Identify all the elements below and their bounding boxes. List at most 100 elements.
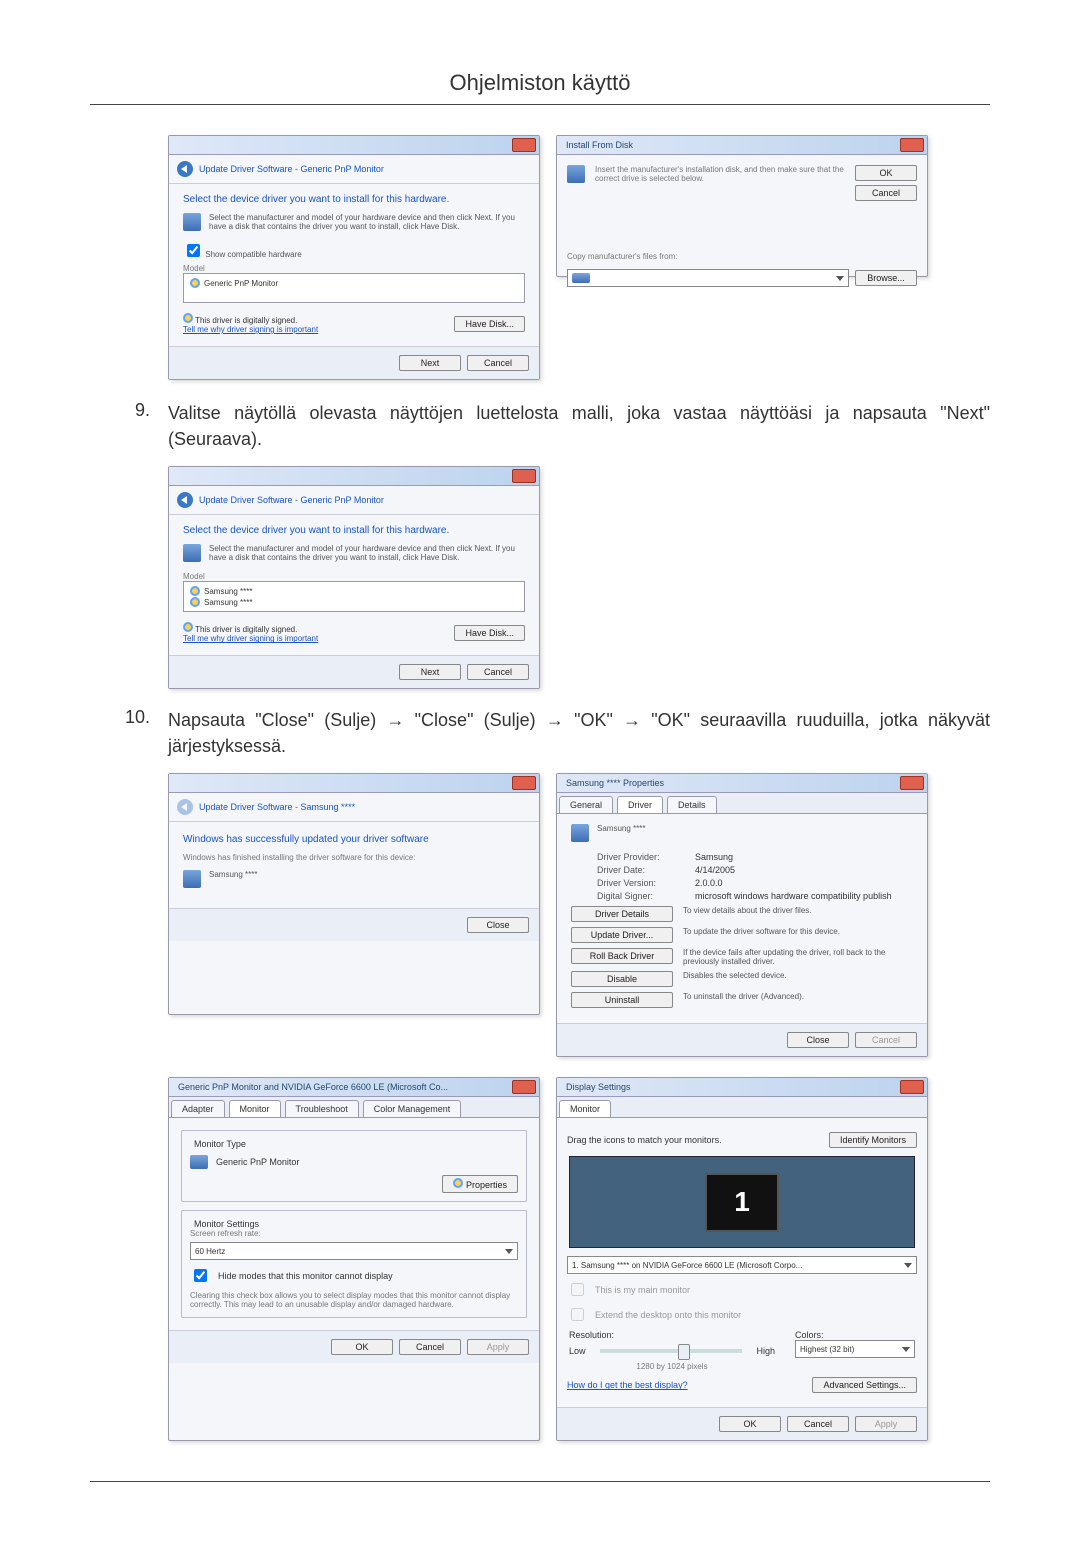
properties-button[interactable]: Properties: [442, 1175, 518, 1193]
device-name: Samsung ****: [597, 824, 645, 833]
model-list[interactable]: Generic PnP Monitor: [183, 273, 525, 303]
chevron-down-icon: [836, 276, 844, 281]
why-signing-link[interactable]: Tell me why driver signing is important: [183, 634, 318, 643]
signed-driver-label: This driver is digitally signed.: [195, 316, 297, 325]
resolution-value: 1280 by 1024 pixels: [569, 1362, 775, 1371]
copy-from-label: Copy manufacturer's files from:: [567, 252, 917, 261]
model-list[interactable]: Samsung **** Samsung ****: [183, 581, 525, 612]
have-disk-button[interactable]: Have Disk...: [454, 625, 525, 641]
ok-button[interactable]: OK: [331, 1339, 393, 1355]
install-from-disk-dialog: Install From Disk Insert the manufacture…: [556, 135, 928, 277]
device-name: Samsung ****: [209, 870, 257, 879]
refresh-rate-combo[interactable]: 60 Hertz: [190, 1242, 518, 1260]
resolution-label: Resolution:: [569, 1330, 775, 1340]
browse-button[interactable]: Browse...: [855, 270, 917, 286]
back-icon[interactable]: [177, 161, 193, 177]
ok-button[interactable]: OK: [855, 165, 917, 181]
tab-details[interactable]: Details: [667, 796, 717, 813]
show-compatible-checkbox[interactable]: [187, 244, 200, 257]
monitor-properties-dialog: Generic PnP Monitor and NVIDIA GeForce 6…: [168, 1077, 540, 1441]
update-driver-dialog-2: Update Driver Software - Generic PnP Mon…: [168, 466, 540, 689]
update-driver-button[interactable]: Update Driver...: [571, 927, 673, 943]
list-item[interactable]: Samsung ****: [204, 587, 252, 596]
close-icon[interactable]: [900, 776, 924, 790]
tab-troubleshoot[interactable]: Troubleshoot: [285, 1100, 359, 1117]
why-signing-link[interactable]: Tell me why driver signing is important: [183, 325, 318, 334]
cancel-button[interactable]: Cancel: [787, 1416, 849, 1432]
device-properties-dialog: Samsung **** Properties General Driver D…: [556, 773, 928, 1057]
tab-general[interactable]: General: [559, 796, 613, 813]
monitor-preview[interactable]: 1: [569, 1156, 915, 1248]
field-value: 2.0.0.0: [695, 878, 723, 888]
list-item[interactable]: Samsung ****: [204, 598, 252, 607]
cancel-button[interactable]: Cancel: [855, 185, 917, 201]
next-button[interactable]: Next: [399, 355, 461, 371]
field-value: Samsung: [695, 852, 733, 862]
have-disk-button[interactable]: Have Disk...: [454, 316, 525, 332]
monitor-select-value: 1. Samsung **** on NVIDIA GeForce 6600 L…: [572, 1261, 802, 1270]
breadcrumb: Update Driver Software - Generic PnP Mon…: [199, 164, 384, 174]
close-icon[interactable]: [900, 1080, 924, 1094]
tab-adapter[interactable]: Adapter: [171, 1100, 225, 1117]
advanced-settings-button[interactable]: Advanced Settings...: [812, 1377, 917, 1393]
best-display-link[interactable]: How do I get the best display?: [567, 1380, 688, 1390]
close-icon[interactable]: [512, 138, 536, 152]
monitor-thumbnail[interactable]: 1: [705, 1173, 779, 1232]
dialog-title: Generic PnP Monitor and NVIDIA GeForce 6…: [172, 1082, 510, 1092]
tab-driver[interactable]: Driver: [617, 796, 663, 813]
field-value: microsoft windows hardware compatibility…: [695, 891, 892, 901]
display-settings-dialog: Display Settings Monitor Drag the icons …: [556, 1077, 928, 1441]
close-icon[interactable]: [900, 138, 924, 152]
driver-details-button[interactable]: Driver Details: [571, 906, 673, 922]
monitor-icon: [571, 824, 589, 842]
uninstall-button[interactable]: Uninstall: [571, 992, 673, 1008]
resolution-slider[interactable]: [600, 1349, 743, 1353]
hide-modes-checkbox[interactable]: [194, 1269, 207, 1282]
rollback-driver-button[interactable]: Roll Back Driver: [571, 948, 673, 964]
cancel-button[interactable]: Cancel: [467, 664, 529, 680]
field-value: 4/14/2005: [695, 865, 735, 875]
hide-modes-description: Clearing this check box allows you to se…: [190, 1291, 518, 1309]
close-button[interactable]: Close: [787, 1032, 849, 1048]
instruction-text: Insert the manufacturer's installation d…: [595, 165, 845, 183]
close-icon[interactable]: [512, 1080, 536, 1094]
disable-button[interactable]: Disable: [571, 971, 673, 987]
tab-monitor[interactable]: Monitor: [229, 1100, 281, 1117]
shield-icon: [183, 313, 193, 323]
copy-from-combo[interactable]: [567, 269, 849, 287]
back-icon[interactable]: [177, 492, 193, 508]
close-icon[interactable]: [512, 776, 536, 790]
group-title: Monitor Settings: [190, 1219, 263, 1229]
monitor-type-value: Generic PnP Monitor: [216, 1157, 299, 1167]
drive-icon: [572, 273, 590, 283]
instruction-text: Select the manufacturer and model of you…: [209, 544, 525, 562]
refresh-rate-value: 60 Hertz: [195, 1247, 225, 1256]
button-description: To update the driver software for this d…: [683, 927, 913, 936]
footer-divider: [90, 1481, 990, 1482]
success-heading: Windows has successfully updated your dr…: [183, 834, 525, 845]
tab-monitor[interactable]: Monitor: [559, 1100, 611, 1117]
step-number: 10.: [90, 707, 168, 759]
close-icon[interactable]: [512, 469, 536, 483]
shield-icon: [183, 622, 193, 632]
breadcrumb: Update Driver Software - Generic PnP Mon…: [199, 495, 384, 505]
ok-button[interactable]: OK: [719, 1416, 781, 1432]
tab-color-management[interactable]: Color Management: [363, 1100, 462, 1117]
identify-monitors-button[interactable]: Identify Monitors: [829, 1132, 917, 1148]
update-driver-dialog-1: Update Driver Software - Generic PnP Mon…: [168, 135, 540, 380]
step-text: Napsauta "Close" (Sulje) → "Close" (Sulj…: [168, 707, 990, 759]
list-item[interactable]: Generic PnP Monitor: [204, 279, 278, 288]
cancel-button[interactable]: Cancel: [467, 355, 529, 371]
cancel-button[interactable]: Cancel: [399, 1339, 461, 1355]
header-divider: [90, 104, 990, 105]
page-title: Ohjelmiston käyttö: [90, 70, 990, 96]
shield-icon: [453, 1178, 463, 1188]
monitor-select-combo[interactable]: 1. Samsung **** on NVIDIA GeForce 6600 L…: [567, 1256, 917, 1274]
close-button[interactable]: Close: [467, 917, 529, 933]
button-description: Disables the selected device.: [683, 971, 913, 980]
next-button[interactable]: Next: [399, 664, 461, 680]
colors-combo[interactable]: Highest (32 bit): [795, 1340, 915, 1358]
chevron-down-icon: [904, 1263, 912, 1268]
apply-button: Apply: [855, 1416, 917, 1432]
shield-icon: [190, 586, 200, 596]
